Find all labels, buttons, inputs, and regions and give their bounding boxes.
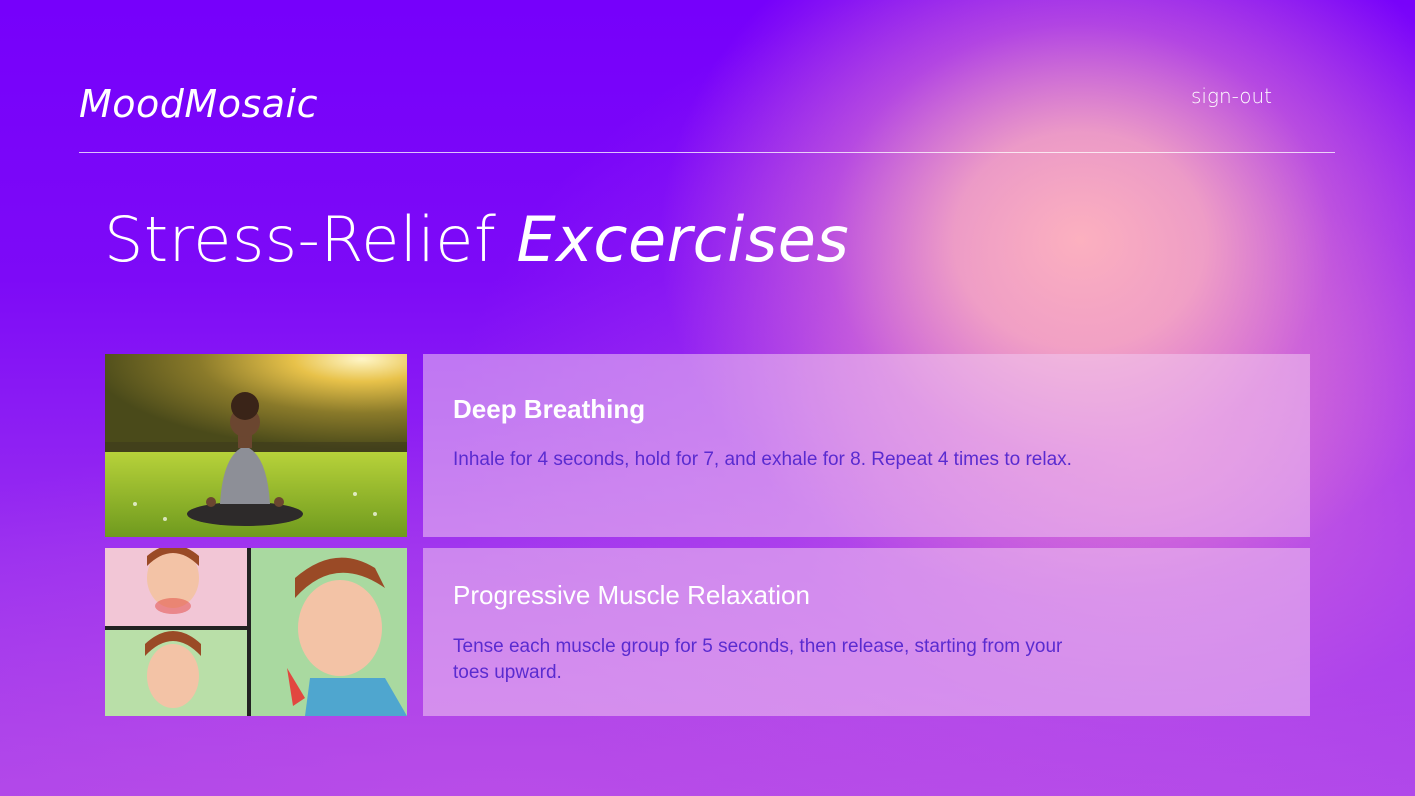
exercise-description: Inhale for 4 seconds, hold for 7, and ex… <box>453 449 1072 470</box>
muscle-relaxation-image <box>105 548 407 716</box>
exercise-title: Deep Breathing <box>453 394 646 424</box>
exercise-title: Progressive Muscle Relaxation <box>453 580 810 610</box>
app-title: MoodMosaic <box>79 82 318 126</box>
page-title-plain: Stress-Relief <box>104 203 497 276</box>
exercise-card-muscle-relaxation[interactable]: Progressive Muscle Relaxation Tense each… <box>423 548 1310 716</box>
sign-out-link[interactable]: sign-out <box>1191 84 1272 108</box>
page-title-emphasis: Excercises <box>516 203 850 276</box>
deep-breathing-image <box>105 354 407 537</box>
page-title: Stress-Relief Excercises <box>104 203 849 276</box>
header-divider <box>79 152 1335 153</box>
exercise-card-deep-breathing[interactable]: Deep Breathing Inhale for 4 seconds, hol… <box>423 354 1310 537</box>
exercise-description: Tense each muscle group for 5 seconds, t… <box>453 636 1063 683</box>
